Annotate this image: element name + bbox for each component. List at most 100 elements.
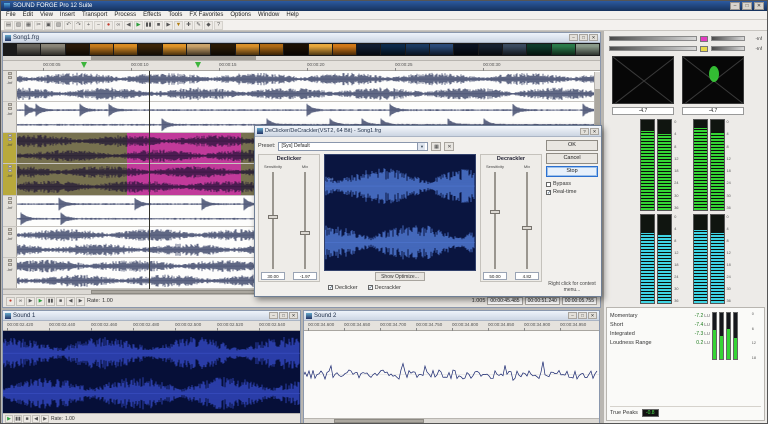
checkbox-box[interactable]: ✓: [546, 189, 551, 195]
play-all-button[interactable]: ▶: [26, 296, 35, 306]
slider-sensitivity[interactable]: [488, 170, 502, 271]
show-optimize-button[interactable]: Show Optimize...: [375, 272, 425, 281]
track-waveform[interactable]: [17, 71, 600, 101]
go-to-start-button[interactable]: ◀: [32, 414, 40, 423]
checkbox-box[interactable]: ✓: [328, 285, 333, 291]
video-thumbnail[interactable]: [114, 44, 138, 55]
rewind-icon[interactable]: ◀: [124, 20, 133, 30]
video-thumbnail[interactable]: [405, 44, 430, 55]
event-tool-icon[interactable]: ◆: [204, 20, 213, 30]
track-header[interactable]: -Inf: [3, 226, 17, 257]
stop-icon[interactable]: ■: [154, 20, 163, 30]
time-field[interactable]: 00:00:05.755: [561, 297, 597, 305]
rate-value[interactable]: 1.00: [102, 298, 113, 304]
video-thumbnail[interactable]: [454, 44, 478, 55]
ok-button[interactable]: OK: [546, 140, 598, 151]
marker-icon[interactable]: [195, 62, 201, 68]
maximize-button[interactable]: □: [742, 2, 752, 10]
save-icon[interactable]: ▦: [24, 20, 33, 30]
waveform-display[interactable]: [304, 331, 599, 418]
waveform-display[interactable]: [3, 331, 300, 413]
video-thumbnail[interactable]: [162, 44, 187, 55]
rate-value[interactable]: 1.00: [65, 416, 75, 422]
slider-mix[interactable]: [520, 170, 534, 271]
checkbox-decrackler[interactable]: ✓ Decrackler: [367, 285, 401, 291]
menu-edit[interactable]: Edit: [23, 12, 33, 18]
track-header[interactable]: -Inf: [3, 133, 17, 164]
menu-effects[interactable]: Effects: [143, 12, 161, 18]
checkbox-box[interactable]: ✓: [367, 285, 373, 291]
app-titlebar[interactable]: SOUND FORGE Pro 12 Suite – □ ✕: [1, 1, 767, 11]
minimize-button[interactable]: –: [730, 2, 740, 10]
copy-icon[interactable]: ▣: [44, 20, 53, 30]
edit-tool-icon[interactable]: ✎: [194, 20, 203, 30]
menu-view[interactable]: View: [40, 12, 53, 18]
play-button[interactable]: ▶: [36, 296, 45, 306]
video-thumbnail[interactable]: [41, 44, 65, 55]
time-ruler[interactable]: 00:00:05 00:00:10 00:00:15 00:00:20 00:00:25…: [3, 61, 600, 71]
video-thumbnail[interactable]: [308, 44, 332, 55]
menu-fx-favorites[interactable]: FX Favorites: [189, 12, 223, 18]
video-thumbnail[interactable]: [17, 44, 41, 55]
zoom-ratio-value[interactable]: 1.005: [472, 298, 486, 304]
record-button[interactable]: ●: [6, 296, 15, 306]
cancel-button[interactable]: Cancel: [546, 153, 598, 164]
menu-help[interactable]: Help: [286, 12, 298, 18]
go-to-start-button[interactable]: ◀: [66, 296, 75, 306]
solo-button[interactable]: [7, 107, 12, 111]
record-icon[interactable]: ●: [104, 20, 113, 30]
paste-icon[interactable]: ▧: [54, 20, 63, 30]
loop-playback-button[interactable]: ∞: [16, 296, 25, 306]
video-thumbnail[interactable]: [527, 44, 551, 55]
video-thumbnail[interactable]: [478, 44, 502, 55]
solo-button[interactable]: [7, 231, 12, 235]
scrollbar-thumb[interactable]: [91, 290, 259, 294]
checkbox-real-time[interactable]: ✓ Real-time: [546, 189, 598, 195]
pause-button[interactable]: ▮▮: [14, 414, 22, 423]
window-maximize-button[interactable]: □: [578, 312, 587, 319]
track-header[interactable]: -Inf: [3, 257, 17, 288]
video-thumbnail[interactable]: [259, 44, 284, 55]
stop-button[interactable]: ■: [56, 296, 65, 306]
checkbox-bypass[interactable]: Bypass: [546, 181, 598, 187]
playhead-cursor[interactable]: [149, 71, 150, 289]
mute-button[interactable]: [7, 72, 12, 75]
window-maximize-button[interactable]: □: [279, 312, 288, 319]
horizontal-scrollbar[interactable]: [304, 418, 599, 423]
video-thumbnail[interactable]: [65, 44, 89, 55]
solo-button[interactable]: [7, 262, 12, 266]
chevron-down-icon[interactable]: ▼: [417, 142, 426, 150]
video-thumbnail[interactable]: [381, 44, 405, 55]
window-close-button[interactable]: ✕: [589, 34, 598, 41]
window-minimize-button[interactable]: –: [569, 34, 578, 41]
track-header[interactable]: -Inf: [3, 195, 17, 226]
song-window-titlebar[interactable]: Song1.frg – □ ✕: [3, 33, 600, 43]
track-header[interactable]: -Inf: [3, 71, 17, 102]
stop-button[interactable]: ■: [23, 414, 31, 423]
time-ruler[interactable]: 00:00:02.420 00:00:02.440 00:00:02.460 00:0…: [3, 321, 300, 331]
dialog-close-button[interactable]: ✕: [590, 127, 599, 135]
time-field[interactable]: 00:00:51.240: [524, 297, 560, 305]
scrollbar-thumb[interactable]: [334, 419, 424, 423]
stop-button[interactable]: Stop: [546, 166, 598, 177]
mute-button[interactable]: [7, 134, 12, 138]
menu-process[interactable]: Process: [114, 12, 136, 18]
window-close-button[interactable]: ✕: [289, 312, 298, 319]
window-minimize-button[interactable]: –: [269, 312, 278, 319]
video-thumbnail[interactable]: [235, 44, 259, 55]
cut-icon[interactable]: ✂: [34, 20, 43, 30]
slider-value[interactable]: 30.00: [261, 272, 285, 280]
zoom-out-icon[interactable]: −: [94, 20, 103, 30]
solo-button[interactable]: [7, 169, 12, 173]
window-maximize-button[interactable]: □: [579, 34, 588, 41]
solo-button[interactable]: [7, 76, 12, 79]
slider-thumb[interactable]: [522, 225, 532, 230]
video-thumbnail[interactable]: [138, 44, 162, 55]
close-button[interactable]: ✕: [754, 2, 764, 10]
video-thumbnail[interactable]: [211, 44, 235, 55]
menu-tools[interactable]: Tools: [168, 12, 182, 18]
mute-button[interactable]: [7, 196, 12, 200]
marker-icon[interactable]: [81, 62, 87, 68]
forward-icon[interactable]: ▶: [164, 20, 173, 30]
slider-value[interactable]: -1.97: [293, 272, 317, 280]
